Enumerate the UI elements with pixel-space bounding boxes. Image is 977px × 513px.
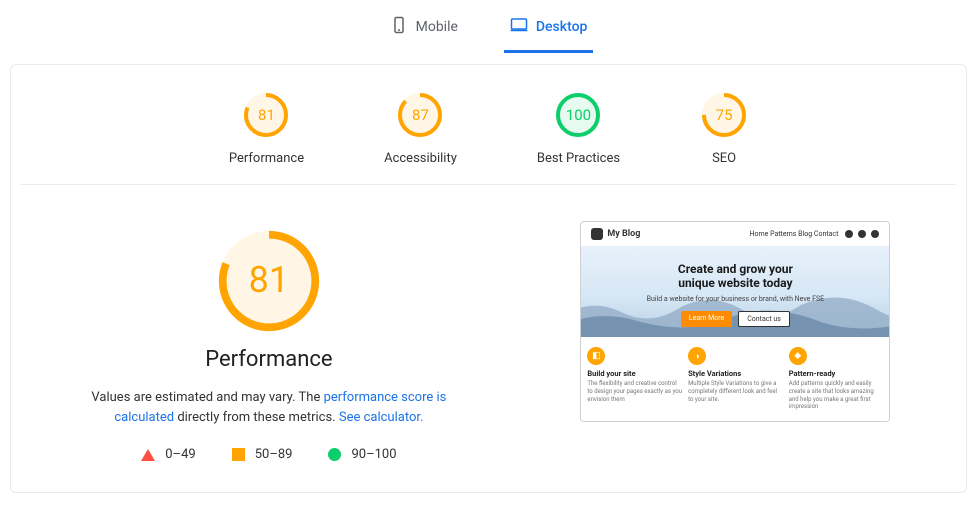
preview-hero: Create and grow yourunique website today…: [581, 246, 889, 337]
hero-subtitle: Build a website for your business or bra…: [591, 295, 879, 303]
score-accessibility[interactable]: 87 Accessibility: [384, 91, 457, 166]
feature-desc: Add patterns quickly and easily create a…: [789, 380, 884, 411]
score-best-practices[interactable]: 100 Best Practices: [537, 91, 620, 166]
preview-nav-item: Patterns: [770, 230, 796, 238]
see-calculator-link[interactable]: See calculator.: [339, 410, 424, 425]
preview-feature: ◧ Build your site The flexibility and crea…: [587, 347, 682, 411]
feature-icon: ◆: [789, 347, 807, 365]
site-preview: My Blog Home Patterns Blog Contact Creat…: [580, 221, 890, 422]
legend-good: 90–100: [328, 447, 396, 462]
hero-btn-secondary: Contact us: [738, 311, 790, 327]
feature-desc: Multiple Style Variations to give a comp…: [688, 380, 783, 403]
device-tabs: Mobile Desktop: [0, 0, 977, 54]
performance-detail: 81 Performance Values are estimated and …: [31, 221, 507, 462]
preview-nav-item: Blog: [798, 230, 812, 238]
score-label: Accessibility: [384, 151, 457, 166]
mobile-icon: [390, 16, 408, 38]
score-label: SEO: [700, 151, 748, 166]
gauge-icon: 100: [554, 91, 602, 139]
tab-mobile[interactable]: Mobile: [384, 6, 464, 53]
performance-description: Values are estimated and may vary. The p…: [31, 388, 507, 427]
performance-gauge: 81: [215, 227, 323, 335]
report-card: 81 Performance 87 Accessibility 100 Best…: [10, 64, 967, 493]
preview-nav-item: Contact: [814, 230, 838, 238]
score-seo[interactable]: 75 SEO: [700, 91, 748, 166]
gauge-icon: 87: [396, 91, 444, 139]
preview-header: My Blog Home Patterns Blog Contact: [581, 222, 889, 246]
legend: 0–49 50–89 90–100: [31, 447, 507, 462]
hero-title: Create and grow yourunique website today: [591, 262, 879, 290]
feature-desc: The flexibility and creative control to …: [587, 380, 682, 403]
preview-nav-item: Home: [749, 230, 768, 238]
feature-icon: ◑: [688, 347, 706, 365]
tab-desktop-label: Desktop: [536, 19, 587, 35]
detail-section: 81 Performance Values are estimated and …: [11, 185, 966, 462]
feature-icon: ◧: [587, 347, 605, 365]
desktop-icon: [510, 16, 528, 38]
feature-title: Style Variations: [688, 369, 741, 378]
score-performance[interactable]: 81 Performance: [229, 91, 304, 166]
square-icon: [232, 448, 245, 461]
scores-row: 81 Performance 87 Accessibility 100 Best…: [21, 85, 956, 185]
legend-bad: 0–49: [141, 447, 195, 462]
circle-icon: [328, 448, 341, 461]
performance-title: Performance: [31, 347, 507, 372]
gauge-icon: 81: [242, 91, 290, 139]
preview-feature: ◑ Style Variations Multiple Style Variatio…: [688, 347, 783, 411]
tab-desktop[interactable]: Desktop: [504, 6, 593, 53]
preview-feature: ◆ Pattern-ready Add patterns quickly and e…: [789, 347, 884, 411]
triangle-icon: [141, 449, 155, 461]
preview-logo: My Blog: [591, 228, 640, 240]
preview-features: ◧ Build your site The flexibility and crea…: [581, 337, 889, 421]
feature-title: Pattern-ready: [789, 369, 836, 378]
site-preview-wrap: My Blog Home Patterns Blog Contact Creat…: [525, 221, 946, 462]
tab-mobile-label: Mobile: [416, 19, 458, 35]
gauge-icon: 75: [700, 91, 748, 139]
hero-btn-primary: Learn More: [681, 311, 732, 327]
preview-nav: Home Patterns Blog Contact: [749, 230, 879, 238]
social-icons: [845, 230, 879, 238]
legend-avg: 50–89: [232, 447, 293, 462]
score-label: Performance: [229, 151, 304, 166]
score-label: Best Practices: [537, 151, 620, 166]
feature-title: Build your site: [587, 369, 635, 378]
